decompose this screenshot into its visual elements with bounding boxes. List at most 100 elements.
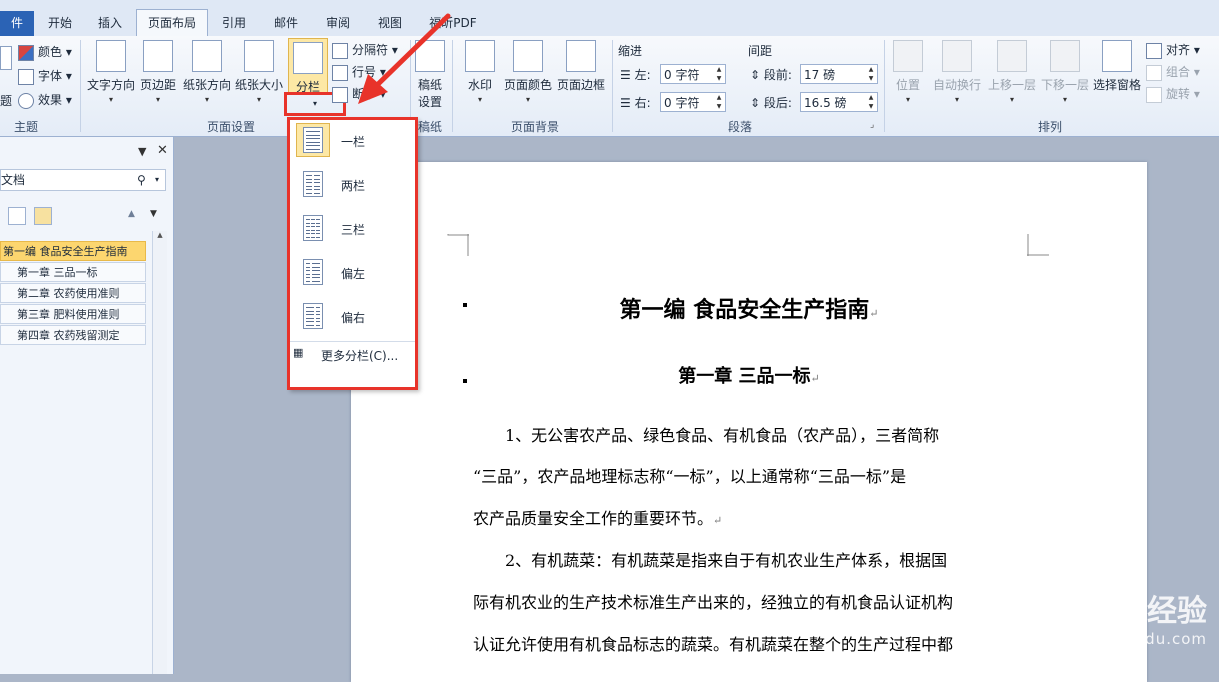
- group-label-draft: 稿纸: [417, 120, 442, 134]
- rotate-label: 旋转: [1166, 87, 1191, 101]
- align-button[interactable]: 对齐 ▾: [1146, 40, 1200, 60]
- nav-heading-item[interactable]: 第二章 农药使用准则: [0, 283, 146, 303]
- theme-effects-icon: [18, 92, 34, 109]
- theme-colors-button[interactable]: 颜色 ▾: [18, 42, 72, 62]
- size-button[interactable]: 纸张大小 ▾: [234, 40, 284, 104]
- indent-left-icon: ☰: [620, 68, 631, 82]
- indent-left-input[interactable]: 0 字符 ▲ ▼: [660, 64, 726, 84]
- nav-heading-item[interactable]: 第四章 农药残留测定: [0, 325, 146, 345]
- group-objects-icon: [1146, 64, 1162, 81]
- indent-right-input[interactable]: 0 字符 ▲ ▼: [660, 92, 726, 112]
- group-label-page-setup: 页面设置: [206, 120, 255, 134]
- dialog-launcher-icon[interactable]: ⌟: [870, 120, 874, 130]
- document-line: 1、无公害农产品、绿色食品、有机食品（农产品），三者简称: [473, 426, 940, 445]
- margins-label: 页边距: [139, 78, 176, 92]
- themes-label: 题: [0, 94, 13, 108]
- ribbon-tab-row: 件 开始 插入 页面布局 引用 邮件 审阅 视图 福昕PDF: [0, 8, 1219, 38]
- tab-file[interactable]: 件: [0, 11, 34, 36]
- orientation-icon: [192, 40, 222, 72]
- page-borders-button[interactable]: 页面边框: [556, 40, 606, 93]
- tab-insert[interactable]: 插入: [86, 12, 134, 34]
- group-label-paragraph: 段落: [727, 120, 752, 134]
- highlight-box: [287, 117, 418, 390]
- close-pane-icon[interactable]: ✕: [157, 143, 168, 158]
- bring-forward-button[interactable]: 上移一层 ▾: [986, 40, 1038, 104]
- columns-button[interactable]: 分栏: [288, 38, 328, 94]
- theme-fonts-button[interactable]: 字体 ▾: [18, 66, 72, 86]
- rotate-button[interactable]: 旋转 ▾: [1146, 84, 1200, 104]
- watermark-main-text: Bai 经验: [1083, 594, 1207, 629]
- document-line: “三品”，农产品地理标志称“一标”，以上通常称“三品一标”是: [473, 467, 907, 486]
- scroll-up-icon[interactable]: ▲: [153, 231, 167, 239]
- next-heading-icon[interactable]: ▼: [150, 209, 157, 219]
- bring-forward-label: 上移一层: [987, 78, 1036, 92]
- tab-references[interactable]: 引用: [210, 12, 258, 34]
- align-icon: [1146, 42, 1162, 59]
- rotate-icon: [1146, 86, 1162, 103]
- selection-pane-button[interactable]: 选择窗格: [1092, 40, 1142, 93]
- selection-pane-icon: [1102, 40, 1132, 72]
- text-direction-button[interactable]: 文字方向 ▾: [86, 40, 136, 104]
- tab-page-layout[interactable]: 页面布局: [136, 9, 208, 38]
- previous-heading-icon[interactable]: ▲: [128, 209, 135, 219]
- margins-button[interactable]: 页边距 ▾: [138, 40, 178, 104]
- tab-home[interactable]: 开始: [34, 12, 86, 34]
- document-page[interactable]: 第一编 食品安全生产指南↵ 第一章 三品一标↵ 1、无公害农产品、绿色食品、有机…: [351, 162, 1147, 682]
- spin-arrows-icon[interactable]: ▲ ▼: [865, 93, 877, 111]
- theme-effects-button[interactable]: 效果 ▾: [18, 90, 72, 110]
- ribbon: 题 颜色 ▾ 字体 ▾ 效果 ▾ 主题 文字方向 ▾ 页边距 ▾ 纸张方向 ▾ 纸张大…: [0, 36, 1219, 137]
- page-borders-label: 页面边框: [556, 78, 605, 92]
- margins-icon: [143, 40, 173, 72]
- position-icon: [893, 40, 923, 72]
- nav-heading-item[interactable]: 第三章 肥料使用准则: [0, 304, 146, 324]
- spin-arrows-icon[interactable]: ▲ ▼: [713, 65, 725, 83]
- wrap-text-button[interactable]: 自动换行 ▾: [930, 40, 984, 104]
- size-label: 纸张大小: [234, 78, 283, 92]
- spacing-after-label: ⇕ 段后:: [750, 96, 792, 110]
- watermark-sub-text: jingyan.baidu.com: [1051, 630, 1207, 648]
- title-bar: [0, 0, 1219, 8]
- nav-heading-item[interactable]: 第一编 食品安全生产指南: [0, 241, 146, 261]
- indent-right-icon: ☰: [620, 96, 631, 110]
- document-line: 际有机农业的生产技术标准生产出来的，经独立的有机食品认证机构: [473, 593, 954, 612]
- send-backward-button[interactable]: 下移一层 ▾: [1040, 40, 1090, 104]
- position-label: 位置: [895, 78, 920, 92]
- browse-pages-icon[interactable]: [8, 207, 26, 225]
- wrap-text-icon: [942, 40, 972, 72]
- nav-heading-item[interactable]: 第一章 三品一标: [0, 262, 146, 282]
- theme-colors-icon: [18, 44, 34, 61]
- group-objects-button[interactable]: 组合 ▾: [1146, 62, 1200, 82]
- themes-icon[interactable]: [0, 46, 12, 70]
- indent-right-label: ☰ 右:: [620, 96, 651, 110]
- pane-options-icon[interactable]: ▼: [138, 145, 146, 158]
- crop-mark-icon: [1027, 234, 1049, 256]
- page-color-button[interactable]: 页面颜色 ▾: [502, 40, 554, 104]
- watermark-icon: [465, 40, 495, 72]
- tab-mailings[interactable]: 邮件: [262, 12, 310, 34]
- spin-arrows-icon[interactable]: ▲ ▼: [865, 65, 877, 83]
- wrap-text-label: 自动换行: [932, 78, 981, 92]
- nav-scrollbar[interactable]: ▲: [152, 231, 167, 674]
- group-separator: [80, 40, 81, 132]
- send-backward-label: 下移一层: [1040, 78, 1089, 92]
- orientation-button[interactable]: 纸张方向 ▾: [182, 40, 232, 104]
- group-label-arrange: 排列: [1037, 120, 1062, 134]
- navigation-search-input[interactable]: 文档 ⚲ ▾: [0, 169, 166, 191]
- group-objects-label: 组合: [1166, 65, 1191, 79]
- watermark-button[interactable]: 水印 ▾: [462, 40, 498, 104]
- browse-results-icon[interactable]: [34, 207, 52, 225]
- send-backward-icon: [1050, 40, 1080, 72]
- spin-arrows-icon[interactable]: ▲ ▼: [713, 93, 725, 111]
- search-dropdown-icon[interactable]: ▾: [155, 170, 159, 190]
- document-heading-2: 第一章 三品一标↵: [678, 366, 820, 387]
- search-icon[interactable]: ⚲: [137, 170, 146, 190]
- group-separator: [612, 40, 613, 132]
- spacing-after-input[interactable]: 16.5 磅 ▲ ▼: [800, 92, 878, 112]
- spacing-before-input[interactable]: 17 磅 ▲ ▼: [800, 64, 878, 84]
- paragraph-mark: ↵: [713, 514, 723, 527]
- position-button[interactable]: 位置 ▾: [890, 40, 926, 104]
- orientation-label: 纸张方向: [182, 78, 231, 92]
- indent-left-label: ☰ 左:: [620, 68, 651, 82]
- spacing-before-icon: ⇕: [750, 68, 761, 82]
- document-line: 农产品质量安全工作的重要环节。↵: [473, 509, 723, 528]
